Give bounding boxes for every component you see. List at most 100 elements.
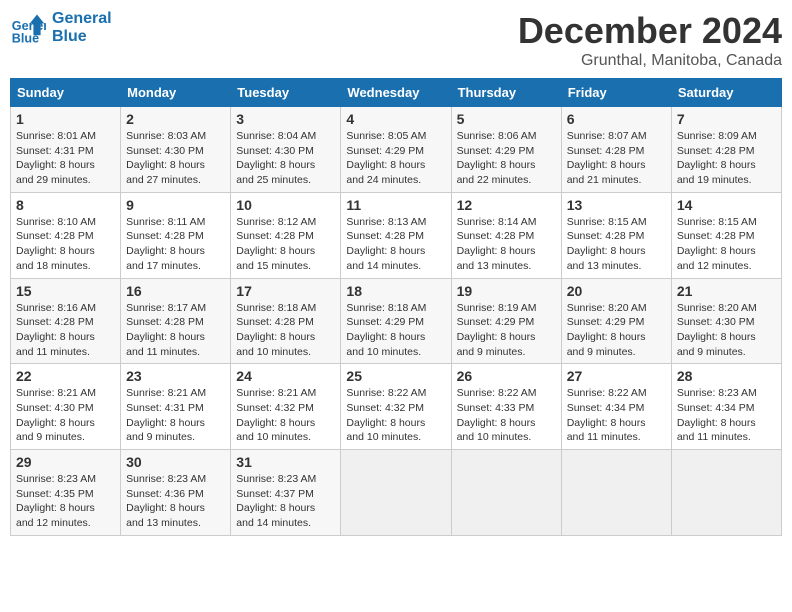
day-number: 24 bbox=[236, 368, 335, 384]
calendar-cell: 6 Sunrise: 8:07 AM Sunset: 4:28 PM Daylig… bbox=[561, 107, 671, 193]
day-info: Sunrise: 8:01 AM Sunset: 4:31 PM Dayligh… bbox=[16, 129, 115, 188]
calendar-cell: 25Sunrise: 8:22 AM Sunset: 4:32 PM Dayli… bbox=[341, 364, 451, 450]
day-info: Sunrise: 8:15 AM Sunset: 4:28 PM Dayligh… bbox=[567, 215, 666, 274]
day-info: Sunrise: 8:06 AM Sunset: 4:29 PM Dayligh… bbox=[457, 129, 556, 188]
calendar-cell: 18 Sunrise: 8:18 AM Sunset: 4:29 PM Dayli… bbox=[341, 278, 451, 364]
calendar-cell: 9 Sunrise: 8:11 AM Sunset: 4:28 PM Daylig… bbox=[121, 192, 231, 278]
day-number: 5 bbox=[457, 111, 556, 127]
day-info: Sunrise: 8:13 AM Sunset: 4:28 PM Dayligh… bbox=[346, 215, 445, 274]
calendar-week-row: 29 Sunrise: 8:23 AM Sunset: 4:35 PM Dayli… bbox=[11, 450, 782, 536]
calendar-cell bbox=[561, 450, 671, 536]
day-header-wednesday: Wednesday bbox=[341, 79, 451, 107]
calendar-cell: 29 Sunrise: 8:23 AM Sunset: 4:35 PM Dayli… bbox=[11, 450, 121, 536]
day-info: Sunrise: 8:19 AM Sunset: 4:29 PM Dayligh… bbox=[457, 301, 556, 360]
day-info: Sunrise: 8:21 AM Sunset: 4:30 PM Dayligh… bbox=[16, 386, 115, 445]
day-info: Sunrise: 8:20 AM Sunset: 4:29 PM Dayligh… bbox=[567, 301, 666, 360]
logo-icon: General Blue bbox=[10, 10, 46, 46]
calendar-cell: 22Sunrise: 8:21 AM Sunset: 4:30 PM Dayli… bbox=[11, 364, 121, 450]
day-header-thursday: Thursday bbox=[451, 79, 561, 107]
day-number: 18 bbox=[346, 283, 445, 299]
day-info: Sunrise: 8:04 AM Sunset: 4:30 PM Dayligh… bbox=[236, 129, 335, 188]
day-info: Sunrise: 8:10 AM Sunset: 4:28 PM Dayligh… bbox=[16, 215, 115, 274]
calendar-cell: 1 Sunrise: 8:01 AM Sunset: 4:31 PM Daylig… bbox=[11, 107, 121, 193]
calendar-cell: 12Sunrise: 8:14 AM Sunset: 4:28 PM Dayli… bbox=[451, 192, 561, 278]
day-number: 16 bbox=[126, 283, 225, 299]
day-number: 19 bbox=[457, 283, 556, 299]
logo: General Blue General Blue bbox=[10, 10, 112, 46]
calendar-cell bbox=[341, 450, 451, 536]
location-title: Grunthal, Manitoba, Canada bbox=[518, 52, 782, 70]
day-info: Sunrise: 8:20 AM Sunset: 4:30 PM Dayligh… bbox=[677, 301, 776, 360]
calendar-header-row: SundayMondayTuesdayWednesdayThursdayFrid… bbox=[11, 79, 782, 107]
day-number: 15 bbox=[16, 283, 115, 299]
day-info: Sunrise: 8:05 AM Sunset: 4:29 PM Dayligh… bbox=[346, 129, 445, 188]
day-number: 29 bbox=[16, 454, 115, 470]
calendar-cell: 27 Sunrise: 8:22 AM Sunset: 4:34 PM Dayli… bbox=[561, 364, 671, 450]
page-header: General Blue General Blue December 2024 … bbox=[10, 10, 782, 70]
day-number: 13 bbox=[567, 197, 666, 213]
day-number: 12 bbox=[457, 197, 556, 213]
calendar-cell: 19 Sunrise: 8:19 AM Sunset: 4:29 PM Dayli… bbox=[451, 278, 561, 364]
calendar-cell: 10 Sunrise: 8:12 AM Sunset: 4:28 PM Dayli… bbox=[231, 192, 341, 278]
day-number: 9 bbox=[126, 197, 225, 213]
day-info: Sunrise: 8:22 AM Sunset: 4:33 PM Dayligh… bbox=[457, 386, 556, 445]
day-info: Sunrise: 8:22 AM Sunset: 4:32 PM Dayligh… bbox=[346, 386, 445, 445]
calendar-cell: 4 Sunrise: 8:05 AM Sunset: 4:29 PM Daylig… bbox=[341, 107, 451, 193]
calendar-body: 1 Sunrise: 8:01 AM Sunset: 4:31 PM Daylig… bbox=[11, 107, 782, 536]
calendar-cell: 23Sunrise: 8:21 AM Sunset: 4:31 PM Dayli… bbox=[121, 364, 231, 450]
calendar-cell: 21 Sunrise: 8:20 AM Sunset: 4:30 PM Dayli… bbox=[671, 278, 781, 364]
calendar-cell: 20 Sunrise: 8:20 AM Sunset: 4:29 PM Dayli… bbox=[561, 278, 671, 364]
calendar-cell: 11 Sunrise: 8:13 AM Sunset: 4:28 PM Dayli… bbox=[341, 192, 451, 278]
calendar-cell: 30Sunrise: 8:23 AM Sunset: 4:36 PM Dayli… bbox=[121, 450, 231, 536]
day-number: 1 bbox=[16, 111, 115, 127]
day-number: 4 bbox=[346, 111, 445, 127]
day-number: 21 bbox=[677, 283, 776, 299]
day-header-friday: Friday bbox=[561, 79, 671, 107]
day-info: Sunrise: 8:17 AM Sunset: 4:28 PM Dayligh… bbox=[126, 301, 225, 360]
day-info: Sunrise: 8:21 AM Sunset: 4:31 PM Dayligh… bbox=[126, 386, 225, 445]
calendar-table: SundayMondayTuesdayWednesdayThursdayFrid… bbox=[10, 78, 782, 536]
day-info: Sunrise: 8:22 AM Sunset: 4:34 PM Dayligh… bbox=[567, 386, 666, 445]
day-number: 10 bbox=[236, 197, 335, 213]
calendar-cell: 5 Sunrise: 8:06 AM Sunset: 4:29 PM Daylig… bbox=[451, 107, 561, 193]
day-info: Sunrise: 8:07 AM Sunset: 4:28 PM Dayligh… bbox=[567, 129, 666, 188]
calendar-cell: 2Sunrise: 8:03 AM Sunset: 4:30 PM Daylig… bbox=[121, 107, 231, 193]
day-info: Sunrise: 8:23 AM Sunset: 4:35 PM Dayligh… bbox=[16, 472, 115, 531]
day-header-sunday: Sunday bbox=[11, 79, 121, 107]
day-number: 14 bbox=[677, 197, 776, 213]
day-number: 20 bbox=[567, 283, 666, 299]
logo-line2: Blue bbox=[52, 28, 112, 46]
day-number: 8 bbox=[16, 197, 115, 213]
calendar-cell: 24Sunrise: 8:21 AM Sunset: 4:32 PM Dayli… bbox=[231, 364, 341, 450]
day-number: 27 bbox=[567, 368, 666, 384]
day-number: 17 bbox=[236, 283, 335, 299]
day-number: 7 bbox=[677, 111, 776, 127]
calendar-cell: 7 Sunrise: 8:09 AM Sunset: 4:28 PM Daylig… bbox=[671, 107, 781, 193]
calendar-cell bbox=[671, 450, 781, 536]
day-number: 11 bbox=[346, 197, 445, 213]
calendar-cell: 15Sunrise: 8:16 AM Sunset: 4:28 PM Dayli… bbox=[11, 278, 121, 364]
calendar-cell: 13 Sunrise: 8:15 AM Sunset: 4:28 PM Dayli… bbox=[561, 192, 671, 278]
title-block: December 2024 Grunthal, Manitoba, Canada bbox=[518, 10, 782, 70]
day-info: Sunrise: 8:12 AM Sunset: 4:28 PM Dayligh… bbox=[236, 215, 335, 274]
day-number: 3 bbox=[236, 111, 335, 127]
day-info: Sunrise: 8:09 AM Sunset: 4:28 PM Dayligh… bbox=[677, 129, 776, 188]
calendar-cell: 14Sunrise: 8:15 AM Sunset: 4:28 PM Dayli… bbox=[671, 192, 781, 278]
calendar-cell: 3 Sunrise: 8:04 AM Sunset: 4:30 PM Daylig… bbox=[231, 107, 341, 193]
day-header-tuesday: Tuesday bbox=[231, 79, 341, 107]
calendar-cell: 31Sunrise: 8:23 AM Sunset: 4:37 PM Dayli… bbox=[231, 450, 341, 536]
day-number: 6 bbox=[567, 111, 666, 127]
calendar-cell: 8 Sunrise: 8:10 AM Sunset: 4:28 PM Daylig… bbox=[11, 192, 121, 278]
day-info: Sunrise: 8:11 AM Sunset: 4:28 PM Dayligh… bbox=[126, 215, 225, 274]
calendar-cell: 16 Sunrise: 8:17 AM Sunset: 4:28 PM Dayli… bbox=[121, 278, 231, 364]
day-number: 30 bbox=[126, 454, 225, 470]
calendar-cell: 17Sunrise: 8:18 AM Sunset: 4:28 PM Dayli… bbox=[231, 278, 341, 364]
day-header-saturday: Saturday bbox=[671, 79, 781, 107]
day-info: Sunrise: 8:18 AM Sunset: 4:29 PM Dayligh… bbox=[346, 301, 445, 360]
calendar-week-row: 15Sunrise: 8:16 AM Sunset: 4:28 PM Dayli… bbox=[11, 278, 782, 364]
day-info: Sunrise: 8:23 AM Sunset: 4:34 PM Dayligh… bbox=[677, 386, 776, 445]
calendar-week-row: 1 Sunrise: 8:01 AM Sunset: 4:31 PM Daylig… bbox=[11, 107, 782, 193]
day-info: Sunrise: 8:03 AM Sunset: 4:30 PM Dayligh… bbox=[126, 129, 225, 188]
calendar-cell: 26Sunrise: 8:22 AM Sunset: 4:33 PM Dayli… bbox=[451, 364, 561, 450]
month-title: December 2024 bbox=[518, 10, 782, 52]
